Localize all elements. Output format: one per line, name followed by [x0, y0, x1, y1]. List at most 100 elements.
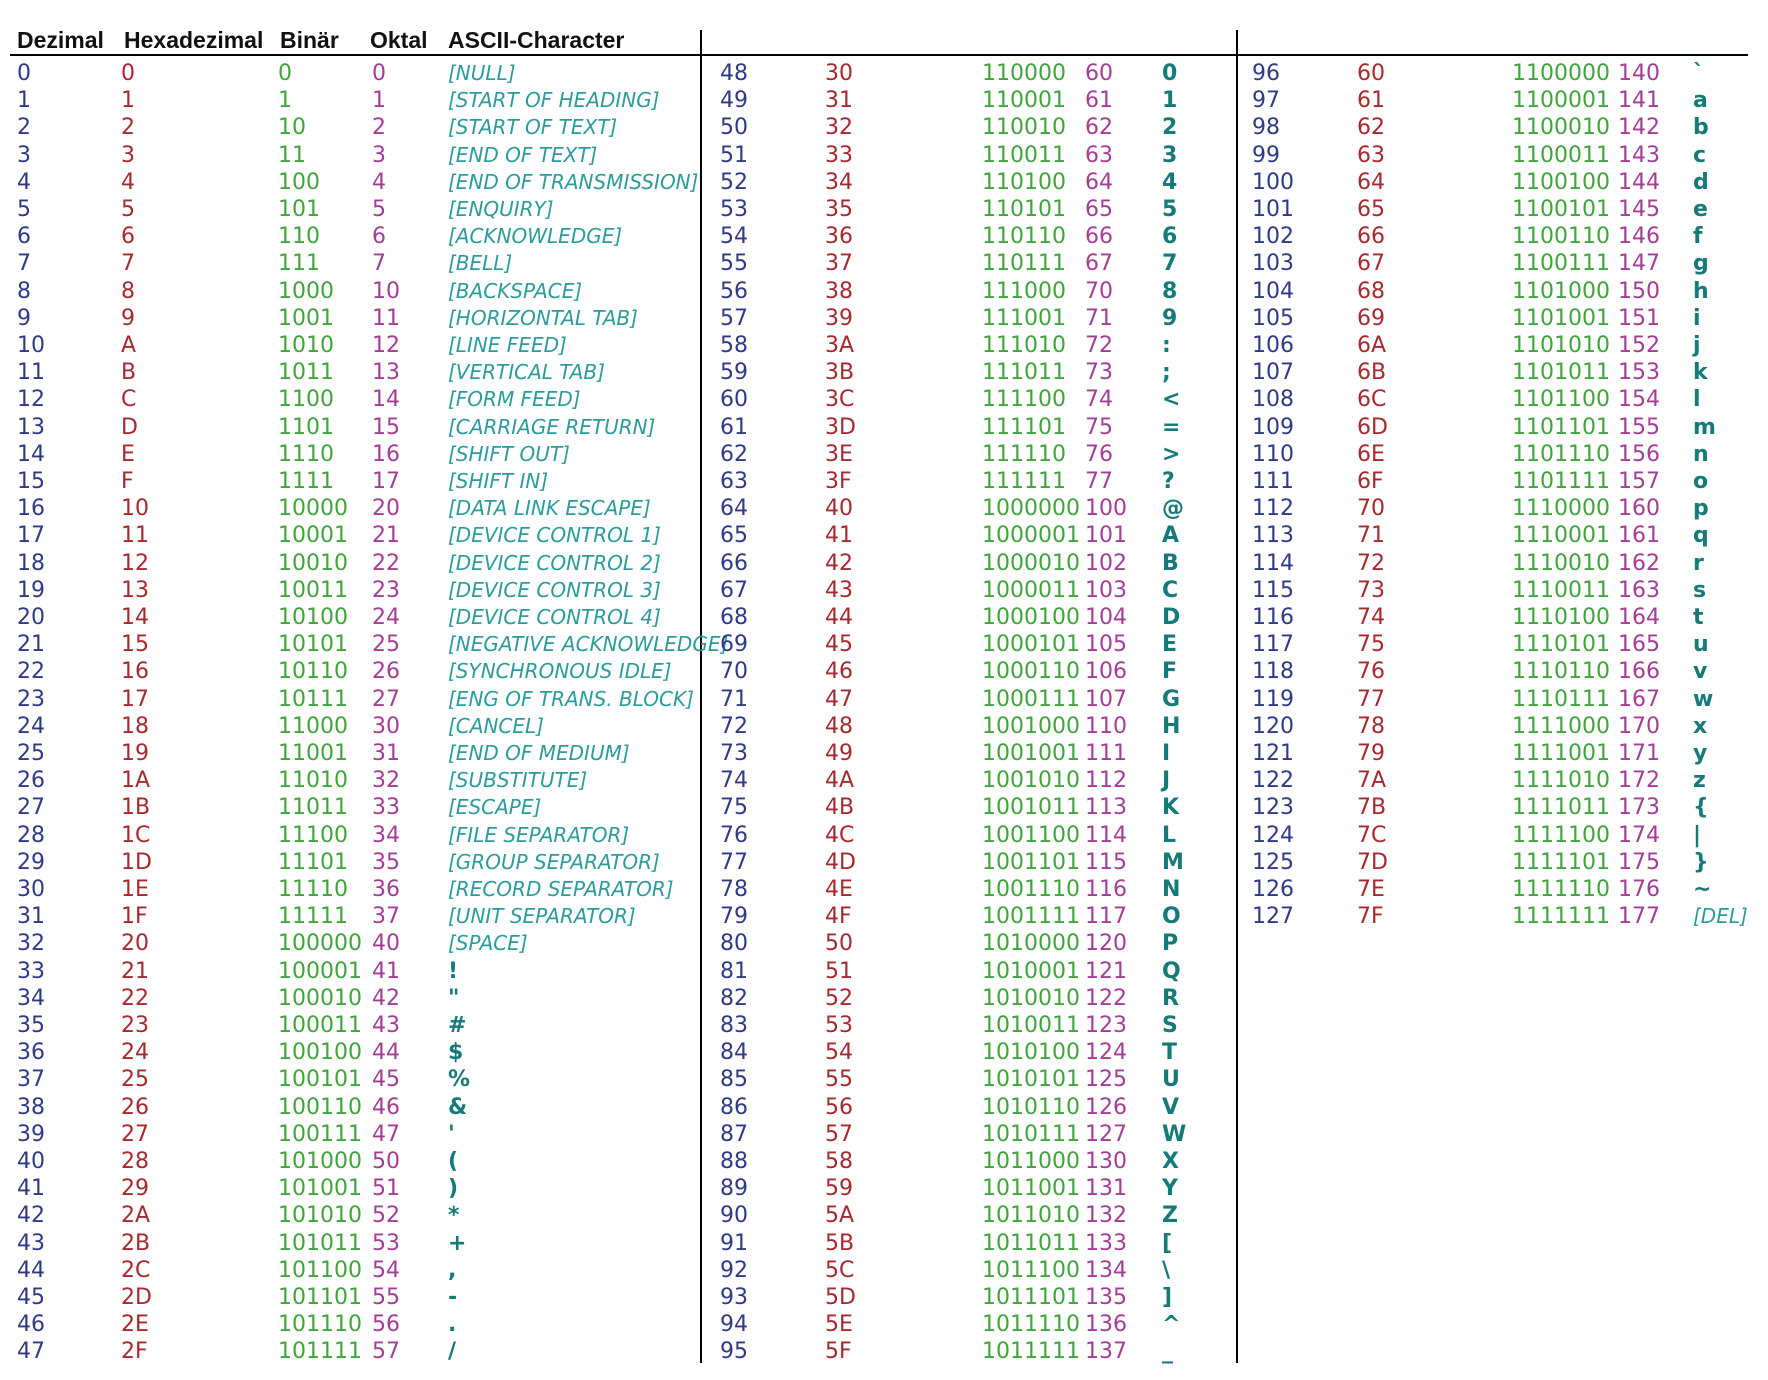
cell-oct: 117 [1085, 904, 1127, 929]
cell-chr: C [1162, 578, 1179, 603]
cell-chr: y [1693, 741, 1708, 766]
ascii-table: Dezimal Hexadezimal Binär Oktal ASCII-Ch… [0, 0, 1768, 1380]
cell-dec: 44 [17, 1258, 45, 1283]
cell-oct: 33 [372, 795, 400, 820]
cell-hex: 4 [121, 170, 135, 195]
cell-dec: 30 [17, 877, 45, 902]
cell-hex: 2F [121, 1339, 148, 1364]
cell-dec: 85 [720, 1067, 748, 1092]
cell-chr: 7 [1162, 251, 1178, 276]
cell-hex: 39 [825, 306, 853, 331]
column-divider-1 [700, 30, 702, 1363]
cell-bin: 1100000 [1512, 61, 1610, 86]
cell-bin: 101100 [278, 1258, 362, 1283]
cell-oct: 17 [372, 469, 400, 494]
cell-bin: 101111 [278, 1339, 362, 1364]
cell-chr: i [1693, 306, 1701, 331]
cell-oct: 153 [1618, 360, 1660, 385]
cell-dec: 48 [720, 61, 748, 86]
cell-bin: 110000 [982, 61, 1066, 86]
cell-hex: 3D [825, 415, 856, 440]
cell-oct: 70 [1085, 279, 1113, 304]
cell-chr: s [1693, 578, 1707, 603]
cell-oct: 157 [1618, 469, 1660, 494]
cell-oct: 137 [1085, 1339, 1127, 1364]
cell-dec: 14 [17, 442, 45, 467]
cell-oct: 61 [1085, 88, 1113, 113]
cell-dec: 54 [720, 224, 748, 249]
cell-oct: 4 [372, 170, 386, 195]
cell-chr: [DEVICE CONTROL 2] [448, 551, 661, 575]
cell-hex: 75 [1357, 632, 1385, 657]
cell-chr: [DEL] [1693, 904, 1748, 928]
cell-oct: 172 [1618, 768, 1660, 793]
cell-oct: 152 [1618, 333, 1660, 358]
cell-oct: 44 [372, 1040, 400, 1065]
cell-oct: 120 [1085, 931, 1127, 956]
cell-hex: 54 [825, 1040, 853, 1065]
cell-chr: f [1693, 224, 1703, 249]
header-ascii-character: ASCII-Character [448, 27, 625, 53]
cell-dec: 16 [17, 496, 45, 521]
cell-oct: 155 [1618, 415, 1660, 440]
cell-dec: 47 [17, 1339, 45, 1364]
cell-chr: [BACKSPACE] [448, 279, 583, 303]
cell-bin: 1111 [278, 469, 334, 494]
cell-hex: 7C [1357, 823, 1387, 848]
cell-oct: 123 [1085, 1013, 1127, 1038]
cell-chr: g [1693, 251, 1709, 276]
cell-chr: l [1693, 387, 1701, 412]
cell-oct: 43 [372, 1013, 400, 1038]
header-oktal: Oktal [370, 27, 428, 53]
cell-dec: 65 [720, 523, 748, 548]
cell-oct: 6 [372, 224, 386, 249]
cell-dec: 15 [17, 469, 45, 494]
cell-hex: 7A [1357, 768, 1387, 793]
cell-dec: 3 [17, 143, 31, 168]
cell-oct: 2 [372, 115, 386, 140]
cell-chr: - [448, 1285, 458, 1310]
cell-bin: 1101111 [1512, 469, 1610, 494]
cell-chr: $ [448, 1040, 464, 1065]
cell-bin: 1110010 [1512, 551, 1610, 576]
cell-oct: 100 [1085, 496, 1127, 521]
cell-oct: 143 [1618, 143, 1660, 168]
cell-hex: 8 [121, 279, 135, 304]
cell-bin: 111100 [982, 387, 1066, 412]
cell-dec: 17 [17, 523, 45, 548]
cell-hex: 7B [1357, 795, 1387, 820]
cell-bin: 101 [278, 197, 320, 222]
cell-chr: e [1693, 197, 1708, 222]
cell-bin: 110 [278, 224, 320, 249]
cell-chr: @ [1162, 496, 1184, 521]
cell-dec: 39 [17, 1122, 45, 1147]
cell-bin: 1101 [278, 415, 334, 440]
cell-chr: # [448, 1013, 467, 1038]
cell-hex: 69 [1357, 306, 1385, 331]
cell-hex: 12 [121, 551, 149, 576]
cell-hex: 59 [825, 1176, 853, 1201]
header-hexadezimal: Hexadezimal [124, 27, 264, 53]
cell-oct: 50 [372, 1149, 400, 1174]
cell-chr: z [1693, 768, 1706, 793]
cell-bin: 1100010 [1512, 115, 1610, 140]
cell-oct: 125 [1085, 1067, 1127, 1092]
cell-dec: 35 [17, 1013, 45, 1038]
cell-oct: 65 [1085, 197, 1113, 222]
cell-dec: 111 [1252, 469, 1294, 494]
cell-chr: [RECORD SEPARATOR] [448, 877, 674, 901]
cell-chr: , [448, 1258, 457, 1283]
cell-dec: 88 [720, 1149, 748, 1174]
cell-chr: u [1693, 632, 1709, 657]
cell-hex: 4A [825, 768, 855, 793]
cell-bin: 11011 [278, 795, 348, 820]
cell-dec: 59 [720, 360, 748, 385]
cell-oct: 111 [1085, 741, 1127, 766]
cell-oct: 62 [1085, 115, 1113, 140]
cell-dec: 33 [17, 959, 45, 984]
cell-hex: 56 [825, 1095, 853, 1120]
cell-dec: 55 [720, 251, 748, 276]
cell-hex: 38 [825, 279, 853, 304]
cell-hex: 18 [121, 714, 149, 739]
cell-oct: 162 [1618, 551, 1660, 576]
